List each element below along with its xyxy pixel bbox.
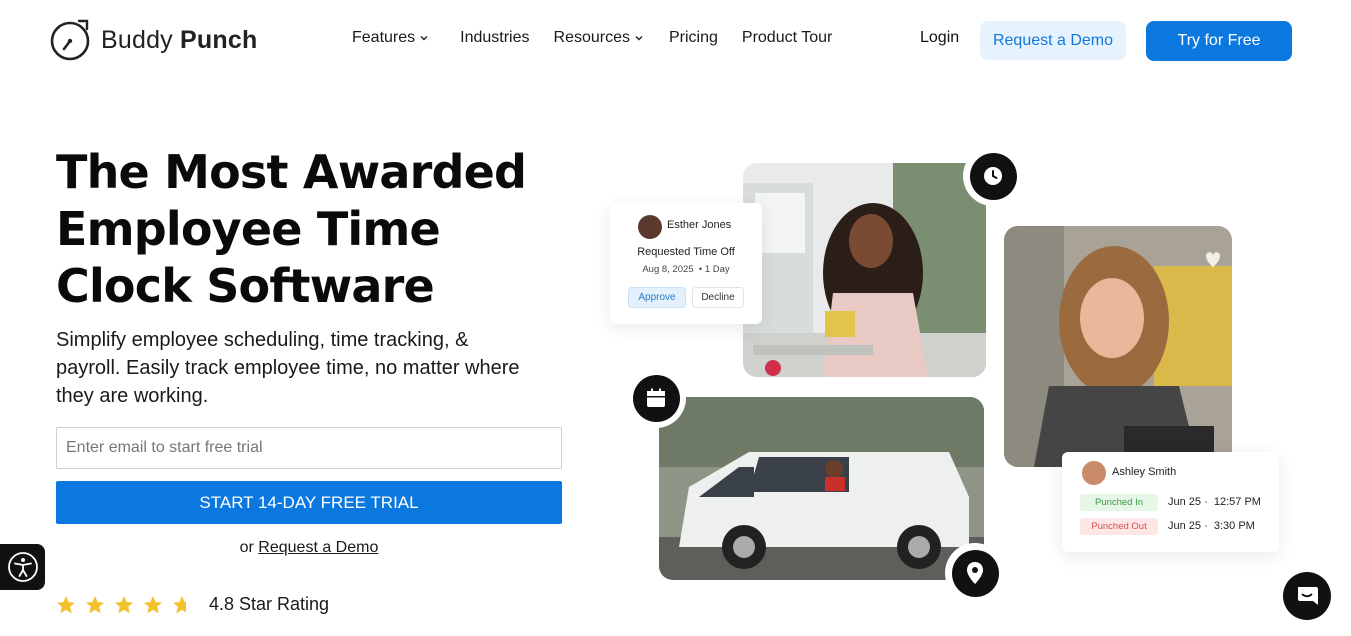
nav-item-label: Resources [553, 29, 630, 46]
punch-in-date: Jun 25 [1168, 496, 1202, 508]
punched-in-time: Jun 25 · 12:57 PM [1168, 496, 1261, 508]
star-icon [115, 595, 133, 613]
rating-text: 4.8 Star Rating [209, 594, 330, 614]
star-icon [86, 595, 104, 613]
hero-headline: The Most Awarded Employee Time Clock Sof… [56, 145, 527, 313]
logo-clock-icon [50, 19, 90, 61]
avatar [638, 215, 662, 239]
avatar [1082, 461, 1106, 485]
nav-item-industries[interactable]: Industries [460, 29, 529, 47]
request-demo-button[interactable]: Request a Demo [980, 21, 1126, 60]
login-link[interactable]: Login [920, 29, 959, 47]
nav-item-label: Pricing [669, 29, 718, 46]
punch-in-clock: 12:57 PM [1213, 496, 1261, 508]
office-worker-photo [743, 163, 986, 377]
chat-launcher-button[interactable] [1283, 572, 1331, 620]
punch-out-date: Jun 25 [1168, 520, 1202, 532]
logo-word-light: Buddy [101, 25, 181, 54]
nav-item-resources[interactable]: Resources [554, 29, 644, 47]
punched-in-badge: Punched In [1080, 494, 1158, 511]
calendar-icon [647, 388, 665, 407]
nav-item-label: Industries [460, 29, 530, 46]
or-text: or [239, 539, 259, 556]
email-input[interactable] [56, 427, 562, 469]
star-half-icon [173, 595, 186, 613]
hero-subtext: Simplify employee scheduling, time track… [56, 329, 520, 407]
punched-out-time: Jun 25 · 3:30 PM [1168, 520, 1255, 532]
decline-button[interactable]: Decline [692, 287, 744, 308]
clock-icon [984, 167, 1002, 185]
smiling-employee-photo [1004, 226, 1232, 467]
clock-badge [963, 146, 1023, 206]
time-off-request-card: Esther Jones Requested Time Off Aug 8, 2… [610, 203, 762, 324]
request-duration: 1 Day [704, 264, 730, 275]
request-demo-link[interactable]: Request a Demo [258, 539, 378, 556]
logo-word-bold: Punch [180, 25, 258, 54]
request-date-value: Aug 8, 2025 [642, 264, 694, 275]
punch-status-card: Ashley Smith Punched In Jun 25 · 12:57 P… [1062, 452, 1279, 552]
try-for-free-button[interactable]: Try for Free [1146, 21, 1292, 61]
accessibility-button[interactable] [0, 544, 45, 590]
top-navigation: Buddy Punch Features Industries Resource… [0, 0, 1351, 80]
start-free-trial-button[interactable]: START 14-DAY FREE TRIAL [56, 481, 562, 524]
approve-button[interactable]: Approve [628, 287, 686, 308]
punched-out-badge: Punched Out [1080, 518, 1158, 535]
star-icon [57, 595, 75, 613]
accessibility-icon [7, 552, 38, 582]
nav-item-product-tour[interactable]: Product Tour [742, 29, 832, 47]
nav-item-label: Features [352, 29, 416, 46]
chat-icon [1298, 587, 1318, 605]
location-badge [945, 543, 1005, 603]
request-date: Aug 8, 2025 • 1 Day [642, 264, 730, 275]
star-rating: 4.8 Star Rating [56, 594, 329, 615]
logo-wordmark: Buddy Punch [101, 26, 257, 55]
chevron-down-icon [420, 36, 428, 41]
employee-name: Ashley Smith [1112, 466, 1177, 478]
buddy-punch-logo[interactable]: Buddy Punch [49, 18, 257, 62]
nav-item-label: Product Tour [741, 29, 833, 46]
calendar-badge [626, 368, 686, 428]
delivery-van-photo [659, 397, 984, 580]
punch-out-clock: 3:30 PM [1213, 520, 1255, 532]
request-demo-line: or Request a Demo [56, 539, 562, 557]
chevron-down-icon [635, 36, 643, 41]
main-menu: Features Industries Resources Pricing Pr… [352, 29, 832, 47]
star-icon [144, 595, 162, 613]
employee-name: Esther Jones [667, 219, 732, 231]
request-title: Requested Time Off [637, 246, 735, 258]
map-pin-icon [967, 562, 983, 584]
nav-item-features[interactable]: Features [352, 29, 429, 47]
nav-item-pricing[interactable]: Pricing [669, 29, 718, 47]
